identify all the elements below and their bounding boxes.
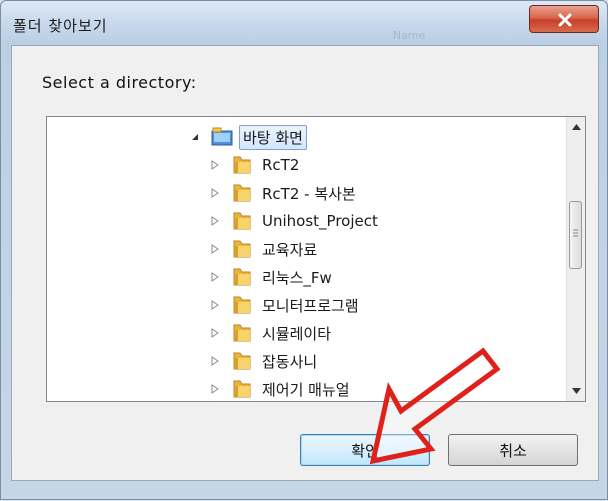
ok-button[interactable]: 확인 (300, 434, 430, 466)
tree-item[interactable]: RcT2 - 복사본 (209, 181, 359, 205)
scroll-down-button[interactable] (567, 381, 585, 401)
tree-item-label: 잡동사니 (262, 352, 318, 371)
folder-icon (231, 379, 253, 399)
chevron-up-icon (571, 124, 581, 130)
expand-triangle-icon[interactable] (209, 187, 221, 199)
tree-root-desktop[interactable]: 바탕 화면 (189, 124, 307, 150)
tree-root-label: 바탕 화면 (239, 124, 307, 150)
folder-icon (231, 155, 253, 175)
tree-item[interactable]: 제어기 매뉴얼 (209, 377, 353, 401)
dialog-prompt: Select a directory: (42, 73, 197, 92)
folder-icon (231, 323, 253, 343)
folder-icon (231, 183, 253, 203)
tree-item[interactable]: Unihost_Project (209, 209, 381, 233)
tree-item-label: 교육자료 (262, 240, 318, 259)
tree-item[interactable]: 모니터프로그램 (209, 293, 362, 317)
dialog-body: Select a directory: 바탕 화면 RcT2 RcT2 - 복사본… (11, 45, 599, 481)
tree-item[interactable]: 시뮬레이타 (209, 321, 334, 345)
background-window-text: Name (392, 29, 426, 42)
folder-icon (231, 239, 253, 259)
folder-browser-window: 폴더 찾아보기 Name Select a directory: 바탕 화면 R… (0, 0, 608, 500)
vertical-scrollbar[interactable] (566, 117, 585, 401)
title-bar[interactable]: 폴더 찾아보기 Name (1, 1, 607, 45)
tree-item-label: 시뮬레이타 (262, 324, 332, 343)
window-title: 폴더 찾아보기 (13, 17, 108, 35)
close-x-icon (558, 13, 572, 27)
tree-item-label: RcT2 - 복사본 (262, 184, 356, 203)
expand-triangle-icon[interactable] (209, 243, 221, 255)
folder-icon (231, 211, 253, 231)
tree-item-label: RcT2 (262, 156, 300, 174)
cancel-button[interactable]: 취소 (448, 434, 578, 466)
expand-triangle-icon[interactable] (209, 215, 221, 227)
folder-icon (231, 295, 253, 315)
chevron-down-icon (571, 388, 581, 394)
tree-item-label: 모니터프로그램 (262, 296, 359, 315)
expand-triangle-icon[interactable] (209, 159, 221, 171)
tree-item[interactable]: 교육자료 (209, 237, 320, 261)
folder-icon (231, 267, 253, 287)
tree-item[interactable]: RcT2 (209, 153, 302, 177)
tree-item[interactable]: 리눅스_Fw (209, 265, 335, 289)
desktop-folder-icon (211, 127, 233, 147)
folder-icon (231, 351, 253, 371)
close-button[interactable] (529, 5, 599, 33)
expand-triangle-icon[interactable] (209, 355, 221, 367)
expand-triangle-icon[interactable] (209, 271, 221, 283)
tree-item-label: 제어기 매뉴얼 (262, 380, 350, 399)
tree-item[interactable]: 잡동사니 (209, 349, 320, 373)
tree-item-label: Unihost_Project (262, 212, 378, 230)
tree-item-label: 리눅스_Fw (262, 268, 332, 287)
expand-triangle-icon[interactable] (209, 299, 221, 311)
scroll-up-button[interactable] (567, 117, 585, 137)
collapse-triangle-icon[interactable] (189, 131, 201, 143)
grip-icon (573, 229, 578, 237)
scroll-thumb[interactable] (569, 201, 582, 269)
expand-triangle-icon[interactable] (209, 327, 221, 339)
folder-tree[interactable]: 바탕 화면 RcT2 RcT2 - 복사본 Unihost_Project 교육자료리… (46, 116, 586, 402)
expand-triangle-icon[interactable] (209, 383, 221, 395)
